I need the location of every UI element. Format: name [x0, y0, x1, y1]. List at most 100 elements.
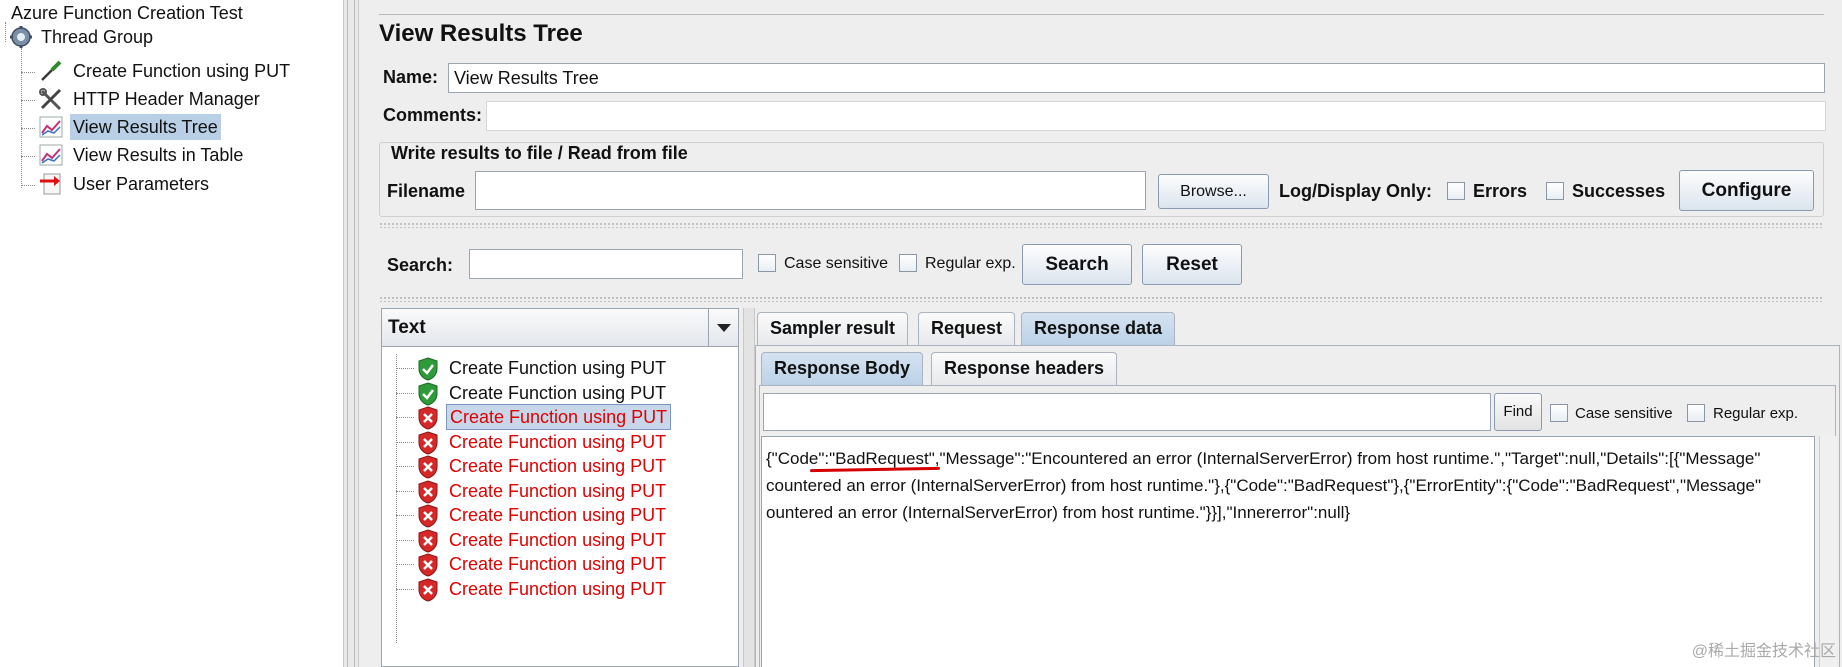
error-shield-icon — [418, 430, 438, 455]
browse-button[interactable]: Browse... — [1158, 174, 1269, 209]
watermark-text: @稀土掘金技术社区 — [1691, 643, 1836, 660]
tree-item-label: View Results Tree — [70, 114, 221, 140]
error-shield-icon — [418, 406, 438, 430]
comments-label: Comments: — [383, 105, 483, 125]
result-item[interactable]: Create Function using PUT — [382, 453, 738, 479]
renderer-dropdown[interactable]: Text — [382, 309, 738, 347]
tree-connector — [5, 22, 6, 42]
reset-button[interactable]: Reset — [1142, 244, 1242, 285]
tree-item-label: HTTP Header Manager — [73, 89, 260, 109]
test-plan-tree: Azure Function Creation Test Thread Grou… — [0, 0, 343, 667]
subtab-response-headers[interactable]: Response headers — [931, 352, 1118, 385]
sample-result-list: Text Create Function using PUT Create Fun… — [381, 308, 739, 667]
find-case-sensitive-checkbox[interactable] — [1550, 404, 1568, 422]
tree-connector — [21, 128, 35, 129]
pipette-icon — [41, 60, 62, 81]
successes-label: Successes — [1572, 181, 1666, 201]
subtab-response-body[interactable]: Response Body — [761, 352, 924, 385]
tree-connector — [396, 417, 414, 418]
result-item-label: Create Function using PUT — [449, 382, 667, 403]
section-divider[interactable] — [379, 296, 1824, 302]
tree-connector — [21, 100, 35, 101]
tree-root-label: Azure Function Creation Test — [11, 3, 243, 23]
response-line: countered an error (InternalServerError)… — [766, 476, 1762, 495]
error-shield-icon — [418, 528, 438, 553]
wrench-screwdriver-icon — [39, 88, 62, 111]
tree-connector — [396, 441, 414, 443]
result-item[interactable]: Create Function using PUT — [382, 576, 738, 602]
result-item-label: Create Function using PUT — [449, 529, 667, 550]
find-input[interactable] — [763, 393, 1491, 431]
result-item[interactable]: Create Function using PUT — [382, 527, 738, 553]
tree-connector — [21, 72, 35, 73]
search-regex-checkbox[interactable] — [899, 254, 917, 272]
dropdown-arrow-button[interactable] — [708, 309, 738, 346]
tree-connector — [396, 392, 414, 394]
result-item[interactable]: Create Function using PUT — [382, 404, 738, 430]
error-shield-icon — [418, 504, 438, 528]
result-item[interactable]: Create Function using PUT — [382, 355, 738, 381]
response-body-text[interactable]: {"Code":"BadRequest","Message":"Encounte… — [761, 436, 1815, 667]
filename-label: Filename — [387, 181, 466, 201]
page-title: View Results Tree — [379, 20, 583, 47]
result-item-label: Create Function using PUT — [446, 404, 672, 430]
configure-button[interactable]: Configure — [1679, 170, 1814, 211]
tab-sampler-result[interactable]: Sampler result — [757, 312, 909, 345]
search-case-sensitive-label: Case sensitive — [784, 255, 889, 272]
search-regex-label: Regular exp. — [925, 255, 1016, 272]
log-display-label: Log/Display Only: — [1279, 181, 1433, 201]
splitter-grip — [347, 0, 355, 667]
tab-response-data[interactable]: Response data — [1021, 312, 1176, 345]
success-shield-icon — [418, 381, 438, 406]
error-shield-icon — [418, 479, 438, 504]
chevron-down-icon — [717, 324, 731, 332]
response-line: ountered an error (InternalServerError) … — [766, 503, 1351, 522]
preprocessor-arrow-icon — [40, 173, 61, 195]
search-button[interactable]: Search — [1022, 244, 1132, 285]
result-splitter[interactable] — [743, 308, 755, 667]
vertical-scrollbar[interactable] — [1819, 436, 1837, 667]
find-regex-checkbox[interactable] — [1687, 404, 1705, 422]
result-item-label: Create Function using PUT — [449, 505, 667, 525]
result-item-label: Create Function using PUT — [449, 431, 667, 452]
result-item-label: Create Function using PUT — [449, 358, 667, 378]
title-divider — [379, 14, 1824, 15]
tree-connector — [396, 539, 414, 541]
successes-checkbox[interactable] — [1546, 182, 1564, 200]
tree-connector — [396, 564, 414, 565]
tree-item-label: View Results in Table — [73, 145, 244, 165]
renderer-value: Text — [388, 317, 426, 338]
result-item[interactable]: Create Function using PUT — [382, 551, 738, 577]
tree-connector — [396, 368, 414, 369]
tab-request[interactable]: Request — [918, 312, 1016, 345]
gear-icon — [10, 26, 32, 48]
comments-field[interactable] — [486, 101, 1826, 131]
thread-group-label: Thread Group — [41, 27, 154, 47]
view-results-tree-panel: View Results Tree Name: View Results Tre… — [359, 0, 1842, 667]
tree-connector — [396, 588, 414, 590]
tree-connector — [396, 490, 414, 492]
find-button[interactable]: Find — [1494, 393, 1542, 431]
errors-label: Errors — [1473, 181, 1528, 201]
result-item[interactable]: Create Function using PUT — [382, 478, 738, 504]
search-case-sensitive-checbox[interactable] — [758, 254, 776, 272]
name-label: Name: — [383, 67, 439, 87]
search-input[interactable] — [469, 249, 743, 279]
section-divider[interactable] — [379, 222, 1824, 228]
filename-field[interactable] — [475, 171, 1146, 210]
tree-item-label: Create Function using PUT — [73, 61, 291, 81]
result-item[interactable]: Create Function using PUT — [382, 502, 738, 528]
tree-connector — [21, 48, 22, 188]
tree-connector — [21, 156, 35, 157]
pane-splitter[interactable] — [343, 0, 359, 667]
response-line: {"Code":"BadRequest","Message":"Encounte… — [766, 449, 1761, 468]
errors-checkbox[interactable] — [1447, 182, 1465, 200]
result-item-label: Create Function using PUT — [449, 480, 667, 501]
success-shield-icon — [418, 357, 438, 381]
result-item[interactable]: Create Function using PUT — [382, 380, 738, 406]
write-results-title: Write results to file / Read from file — [391, 143, 688, 163]
search-label: Search: — [387, 255, 454, 275]
name-field[interactable]: View Results Tree — [448, 63, 1825, 93]
result-item[interactable]: Create Function using PUT — [382, 429, 738, 455]
tree-connector — [396, 515, 414, 516]
